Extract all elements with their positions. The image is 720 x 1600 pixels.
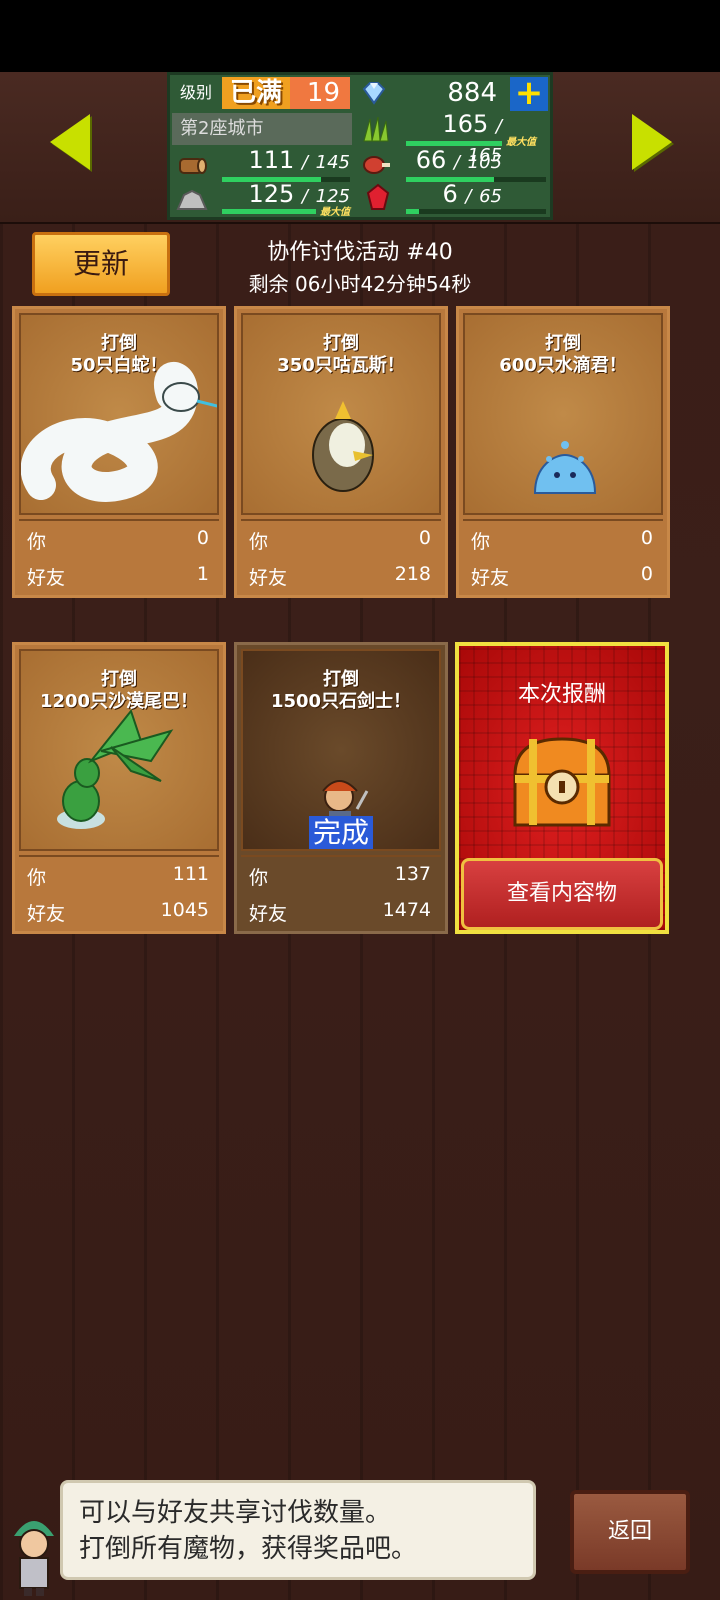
task-card[interactable]: 打倒 350只咕瓦斯！ 你 0 好友 218 (234, 306, 448, 598)
task-verb: 打倒 (545, 333, 581, 354)
gem-count: 884 (447, 78, 497, 108)
divider (19, 855, 219, 857)
stone-progress-bar (222, 209, 316, 214)
level-value: 19 (290, 77, 350, 109)
you-row: 你 111 (19, 859, 219, 893)
event-title: 协作讨伐活动 #40 (267, 240, 453, 265)
next-city-arrow-icon[interactable] (632, 114, 672, 170)
task-card[interactable]: 打倒 1200只沙漠尾巴！ 你 111 好友 1045 (12, 642, 226, 934)
wood-max: 145 (315, 152, 350, 173)
stone-value: 125 (248, 180, 295, 208)
task-target: 600只水滴君！ (499, 355, 627, 376)
friends-row: 好友 0 (463, 559, 663, 593)
reward-title: 本次报酬 (517, 682, 606, 707)
task-verb: 打倒 (323, 669, 359, 690)
wood-value: 111 (248, 146, 295, 174)
task-verb: 打倒 (101, 669, 137, 690)
you-row: 你 0 (19, 523, 219, 557)
task-target: 350只咕瓦斯！ (277, 355, 405, 376)
level-label: 级别 (172, 77, 220, 109)
friends-row: 好友 1474 (241, 895, 441, 929)
you-count: 0 (418, 527, 431, 549)
you-row: 你 0 (463, 523, 663, 557)
event-time-left: 剩余 06小时42分钟54秒 (248, 272, 472, 296)
task-card-completed[interactable]: 完成 打倒 1500只石剑士！ 你 137 好友 1474 (234, 642, 448, 934)
view-contents-button[interactable]: 查看内容物 (461, 858, 663, 930)
divider (19, 519, 219, 521)
buy-gems-button[interactable]: + (510, 76, 548, 111)
you-label: 你 (471, 531, 491, 553)
you-count: 137 (394, 863, 431, 885)
task-target: 1200只沙漠尾巴！ (39, 691, 199, 712)
prev-city-arrow-icon[interactable] (50, 114, 90, 170)
ruby-progress-fill (406, 209, 419, 214)
hint-line-1: 可以与好友共享讨伐数量。 (79, 1498, 392, 1528)
task-verb: 打倒 (101, 333, 137, 354)
friends-count: 1 (196, 563, 209, 585)
grass-icon (363, 116, 389, 142)
friends-label: 好友 (249, 903, 288, 925)
ruby-separator: / (465, 186, 472, 207)
friends-count: 1474 (382, 899, 431, 921)
friends-label: 好友 (249, 567, 288, 589)
you-row: 你 0 (241, 523, 441, 557)
you-label: 你 (27, 531, 47, 553)
status-bar (0, 0, 720, 72)
you-label: 你 (249, 867, 269, 889)
ruby-progress-bar (406, 209, 546, 214)
task-card[interactable]: 打倒 600只水滴君！ 你 0 好友 0 (456, 306, 670, 598)
treasure-chest-icon (513, 737, 611, 827)
meat-icon (363, 156, 390, 174)
ruby-max: 65 (479, 186, 502, 207)
hint-line-2: 打倒所有魔物，获得奖品吧。 (79, 1534, 418, 1564)
divider (241, 855, 441, 857)
grass-separator: / (495, 116, 502, 137)
friends-count: 0 (640, 563, 653, 585)
hint-speech-bubble: 可以与好友共享讨伐数量。 打倒所有魔物，获得奖品吧。 (60, 1480, 536, 1580)
you-count: 111 (172, 863, 209, 885)
friends-row: 好友 1 (19, 559, 219, 593)
friends-label: 好友 (471, 567, 510, 589)
friends-row: 好友 1045 (19, 895, 219, 929)
divider (241, 519, 441, 521)
you-count: 0 (640, 527, 653, 549)
diamond-icon (362, 82, 386, 105)
ruby-value: 6 (442, 180, 458, 208)
friends-row: 好友 218 (241, 559, 441, 593)
friends-label: 好友 (27, 567, 66, 589)
you-count: 0 (196, 527, 209, 549)
completed-label: 完成 (308, 816, 373, 849)
stone-separator: / (301, 186, 308, 207)
meat-max: 105 (467, 152, 502, 173)
guide-character-avatar (14, 1521, 54, 1596)
friends-count: 1045 (160, 899, 209, 921)
wood-log-icon (179, 158, 207, 174)
city-name: 第2座城市 (172, 113, 352, 145)
meat-value: 66 (415, 146, 447, 174)
meat-separator: / (453, 152, 460, 173)
back-button[interactable]: 返回 (570, 1490, 690, 1574)
you-label: 你 (27, 867, 47, 889)
level-max-badge: 已满 (222, 77, 290, 109)
footer: 可以与好友共享讨伐数量。 打倒所有魔物，获得奖品吧。 返回 (0, 1480, 720, 1600)
task-target: 50只白蛇！ (70, 355, 168, 376)
you-row: 你 137 (241, 859, 441, 893)
task-target: 1500只石剑士！ (270, 691, 412, 712)
grass-value: 165 (442, 110, 489, 138)
friends-count: 218 (394, 563, 431, 585)
grass-max-tag: 最大值 (506, 137, 536, 148)
stone-max-tag: 最大值 (320, 207, 350, 218)
reward-card: 本次报酬 查看内容物 (455, 642, 669, 934)
task-verb: 打倒 (323, 333, 359, 354)
you-label: 你 (249, 531, 269, 553)
update-button[interactable]: 更新 (32, 232, 170, 296)
divider (463, 519, 663, 521)
task-card[interactable]: 打倒 50只白蛇！ 你 0 好友 1 (12, 306, 226, 598)
friends-label: 好友 (27, 903, 66, 925)
stone-icon (176, 189, 208, 210)
wood-separator: / (301, 152, 308, 173)
resource-panel: 级别 已满 19 884 + 第2座城市 165 / 165 最大值 111 /… (167, 72, 553, 220)
ruby-icon (366, 183, 390, 210)
